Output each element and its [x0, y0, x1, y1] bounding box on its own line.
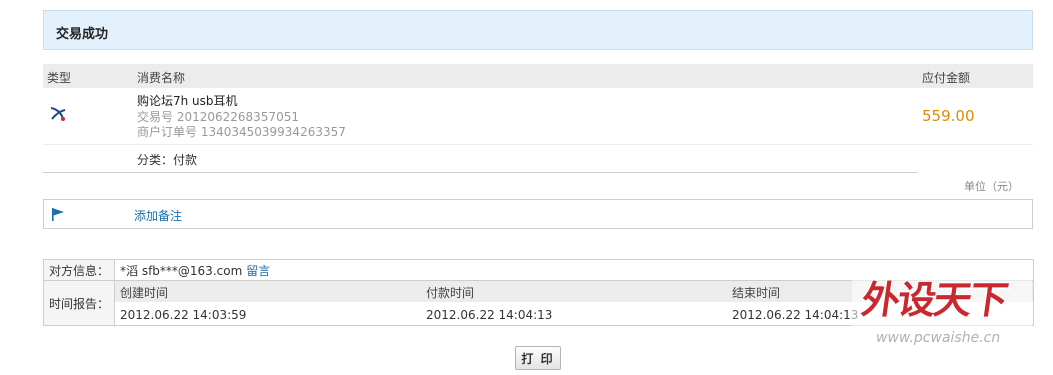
counterparty-value: *滔 sfb***@163.com — [120, 264, 243, 278]
print-button[interactable]: 打 印 — [515, 346, 561, 370]
counterparty-info: *滔 sfb***@163.com 留言 — [120, 262, 270, 279]
site-watermark: 外设天下 www.pcwaishe.cn — [852, 276, 1032, 361]
header-type: 类型 — [47, 71, 72, 85]
time-created: 2012.06.22 14:03:59 — [120, 308, 247, 322]
counterparty-label: 对方信息： — [49, 264, 110, 278]
header-name: 消费名称 — [137, 71, 186, 85]
flag-icon — [52, 208, 64, 221]
add-remark-link[interactable]: 添加备注 — [134, 207, 182, 224]
order-table-divider — [43, 172, 918, 174]
order-table: 类型 消费名称 应付金额 购论坛7h usb耳机 交易号 20120622683… — [43, 64, 1033, 174]
info-label-column: 对方信息： 时间报告： — [44, 260, 115, 325]
leave-message-link[interactable]: 留言 — [246, 264, 270, 278]
watermark-url: www.pcwaishe.cn — [876, 330, 1001, 346]
status-banner: 交易成功 — [43, 10, 1033, 50]
remark-bar: 添加备注 — [43, 199, 1033, 229]
watermark-logo: 外设天下 — [858, 278, 1010, 322]
time-col-created: 创建时间 — [120, 286, 169, 300]
time-col-ended: 结束时间 — [732, 286, 781, 300]
order-table-header: 类型 消费名称 应付金额 — [43, 64, 1033, 88]
time-paid: 2012.06.22 14:04:13 — [426, 308, 553, 322]
header-amount: 应付金额 — [922, 71, 971, 85]
product-name: 购论坛7h usb耳机 — [137, 94, 238, 108]
status-title: 交易成功 — [56, 27, 109, 42]
amount-due: 559.00 — [922, 107, 975, 125]
currency-unit: 单位（元） — [964, 180, 1019, 193]
time-report-label: 时间报告： — [49, 297, 110, 311]
time-ended: 2012.06.22 14:04:13 — [732, 308, 859, 322]
order-meta-row: 分类：付款 — [43, 144, 1033, 172]
category: 分类：付款 — [137, 153, 198, 167]
alipay-icon — [50, 107, 66, 121]
order-row: 购论坛7h usb耳机 交易号 2012062268357051 商户订单号 1… — [43, 88, 1033, 144]
time-col-paid: 付款时间 — [426, 286, 475, 300]
merchant-order-number: 商户订单号 1340345039934263357 — [137, 125, 346, 139]
